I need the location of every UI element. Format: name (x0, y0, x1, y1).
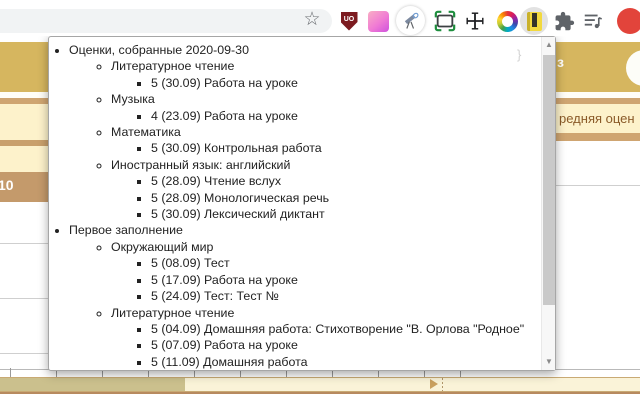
scrollbar-down-button[interactable]: ▼ (542, 354, 556, 370)
color-swatch-icon[interactable] (366, 9, 390, 33)
ublock-origin-icon[interactable]: UO (337, 9, 361, 33)
scrollbar-thumb[interactable] (543, 55, 555, 305)
table-row-line (0, 243, 48, 244)
subject-item: Окружающий мир5 (08.09) Тест5 (17.09) Ра… (111, 239, 537, 305)
screen: з редняя оцен 10 ☆ UO} • Оценки, собран… (0, 0, 640, 400)
bookmark-star-icon[interactable]: ☆ (300, 8, 324, 32)
table-row-line (0, 353, 48, 354)
average-grade-label-fragment: редняя оцен (559, 111, 635, 126)
browser-toolbar: ☆ UO (0, 0, 640, 36)
playlist-music-icon[interactable] (581, 9, 605, 33)
mark-item: 5 (04.09) Домашняя работа: Стихотворение… (151, 321, 537, 337)
mark-item: 5 (07.09) Работа на уроке (151, 337, 537, 353)
puzzle-icon (555, 11, 574, 30)
screenshot-frame-icon[interactable] (433, 9, 457, 33)
scroll-right-arrow-icon[interactable] (430, 379, 438, 389)
mark-item: 5 (28.09) Чтение вслух (151, 173, 537, 189)
notebook-icon (526, 11, 542, 31)
extensions-puzzle-icon[interactable] (552, 9, 576, 33)
page-brown-rule (0, 392, 640, 394)
horizontal-scrollbar-thumb[interactable] (0, 378, 185, 391)
mark-item: 5 (17.09) Работа на уроке (151, 272, 537, 288)
column-tick (10, 368, 11, 377)
subject-item: Музыка4 (23.09) Работа на уроке (111, 91, 537, 124)
scroll-divider (442, 378, 443, 391)
frame-icon (434, 10, 456, 32)
profile-avatar[interactable] (617, 8, 640, 34)
grade-group: Первое заполнениеОкружающий мир5 (08.09)… (69, 222, 537, 370)
move-tool-icon[interactable] (463, 9, 487, 33)
left-tan-rule (0, 140, 48, 146)
shield-icon: UO (340, 11, 358, 31)
scrollbar-up-button[interactable]: ▲ (542, 37, 556, 53)
notebook-extension-icon-active[interactable] (520, 7, 548, 35)
popup-scrollbar[interactable]: ▲ ▼ (541, 37, 555, 370)
address-bar[interactable] (0, 9, 332, 33)
playlist-icon (584, 14, 602, 29)
mark-item: 5 (30.09) Контрольная работа (151, 140, 537, 156)
subject-item: Литературное чтение5 (30.09) Работа на у… (111, 58, 537, 91)
mark-item: 5 (30.09) Лексический диктант (151, 206, 537, 222)
subject-item: Литературное чтение5 (04.09) Домашняя ра… (111, 305, 537, 371)
date-header-fragment: 10 (0, 177, 14, 193)
mark-item: 5 (24.09) Тест: Тест № (151, 288, 537, 304)
color-wheel-icon[interactable] (495, 9, 519, 33)
mark-item: 5 (11.09) Домашняя работа (151, 354, 537, 370)
header-text-fragment: з (557, 54, 564, 70)
table-row-line (0, 298, 48, 299)
table-row-line (556, 185, 640, 186)
extension-popup: } Оценки, собранные 2020-09-30Литературн… (48, 36, 556, 371)
subject-item: Иностранный язык: английский5 (28.09) Чт… (111, 157, 537, 223)
left-cream-strip (0, 133, 48, 172)
telescope-extension-icon[interactable] (396, 6, 425, 35)
grades-list: Оценки, собранные 2020-09-30Литературное… (49, 42, 537, 370)
mark-item: 5 (28.09) Монологическая речь (151, 190, 537, 206)
crosshair-icon (466, 12, 484, 30)
mark-item: 5 (30.09) Работа на уроке (151, 75, 537, 91)
grade-group: Оценки, собранные 2020-09-30Литературное… (69, 42, 537, 222)
telescope-icon (404, 12, 418, 29)
subject-item: Математика5 (30.09) Контрольная работа (111, 124, 537, 157)
mark-item: 4 (23.09) Работа на уроке (151, 108, 537, 124)
mark-item: 5 (08.09) Тест (151, 255, 537, 271)
